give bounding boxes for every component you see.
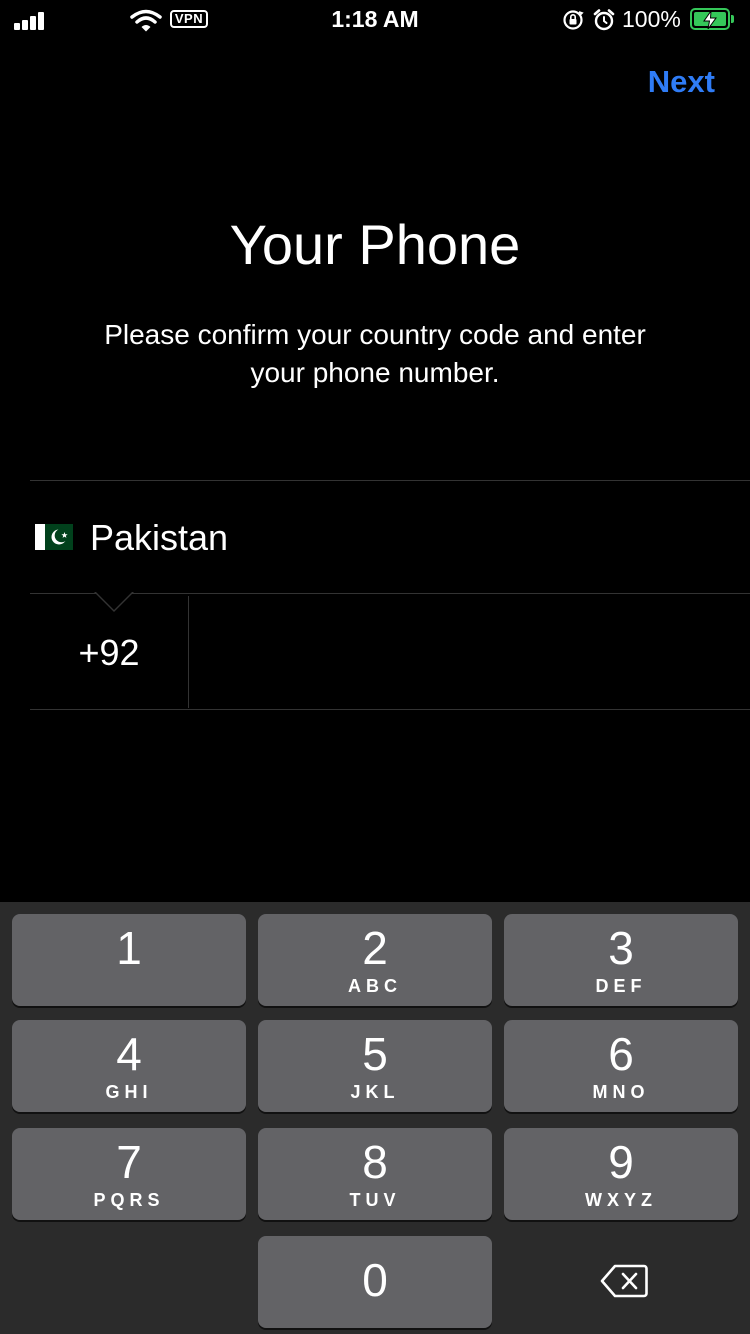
key-0[interactable]: 0 bbox=[258, 1236, 492, 1328]
battery-tip bbox=[731, 15, 734, 23]
backspace-icon bbox=[600, 1264, 648, 1298]
alarm-icon bbox=[593, 9, 615, 31]
page-title: Your Phone bbox=[229, 213, 521, 276]
backspace-key[interactable] bbox=[504, 1236, 738, 1328]
country-code-field[interactable]: +92 bbox=[30, 596, 188, 708]
key-letters: JKL bbox=[350, 1082, 400, 1102]
key-digit: 2 bbox=[362, 922, 388, 974]
key-letters: PQRS bbox=[93, 1190, 165, 1210]
key-letters: ABC bbox=[348, 976, 402, 996]
key-digit: 8 bbox=[362, 1136, 388, 1188]
key-digit: 7 bbox=[116, 1136, 142, 1188]
key-digit: 0 bbox=[362, 1254, 388, 1306]
pakistan-flag-icon bbox=[35, 524, 73, 550]
key-letters: WXYZ bbox=[585, 1190, 657, 1210]
key-7[interactable]: 7 PQRS bbox=[12, 1128, 246, 1220]
key-6[interactable]: 6 MNO bbox=[504, 1020, 738, 1112]
key-letters: MNO bbox=[592, 1082, 650, 1102]
key-8[interactable]: 8 TUV bbox=[258, 1128, 492, 1220]
phone-number-input[interactable] bbox=[200, 610, 744, 698]
key-letters: TUV bbox=[349, 1190, 401, 1210]
country-code: +92 bbox=[78, 632, 140, 673]
key-2[interactable]: 2 ABC bbox=[258, 914, 492, 1006]
key-1[interactable]: 1 bbox=[12, 914, 246, 1006]
divider-middle bbox=[30, 593, 750, 594]
key-9[interactable]: 9 WXYZ bbox=[504, 1128, 738, 1220]
battery-charging-icon bbox=[690, 8, 730, 30]
next-button[interactable]: Next bbox=[648, 64, 715, 100]
key-3[interactable]: 3 DEF bbox=[504, 914, 738, 1006]
key-digit: 9 bbox=[608, 1136, 634, 1188]
battery-percentage: 100% bbox=[622, 6, 681, 32]
key-digit: 6 bbox=[608, 1028, 634, 1080]
key-digit: 1 bbox=[116, 922, 142, 974]
key-letters: GHI bbox=[105, 1082, 153, 1102]
key-5[interactable]: 5 JKL bbox=[258, 1020, 492, 1112]
country-name: Pakistan bbox=[90, 517, 229, 558]
divider-bottom bbox=[30, 709, 750, 710]
code-divider bbox=[188, 596, 189, 708]
key-digit: 3 bbox=[608, 922, 634, 974]
status-bar: VPN 1:18 AM 100% bbox=[0, 0, 750, 40]
country-selector[interactable]: Pakistan bbox=[30, 481, 750, 593]
key-digit: 4 bbox=[116, 1028, 142, 1080]
page-subtitle: Please confirm your country code and ent… bbox=[104, 319, 646, 388]
key-letters: DEF bbox=[595, 976, 647, 996]
key-digit: 5 bbox=[362, 1028, 388, 1080]
key-4[interactable]: 4 GHI bbox=[12, 1020, 246, 1112]
orientation-lock-icon bbox=[563, 10, 584, 30]
